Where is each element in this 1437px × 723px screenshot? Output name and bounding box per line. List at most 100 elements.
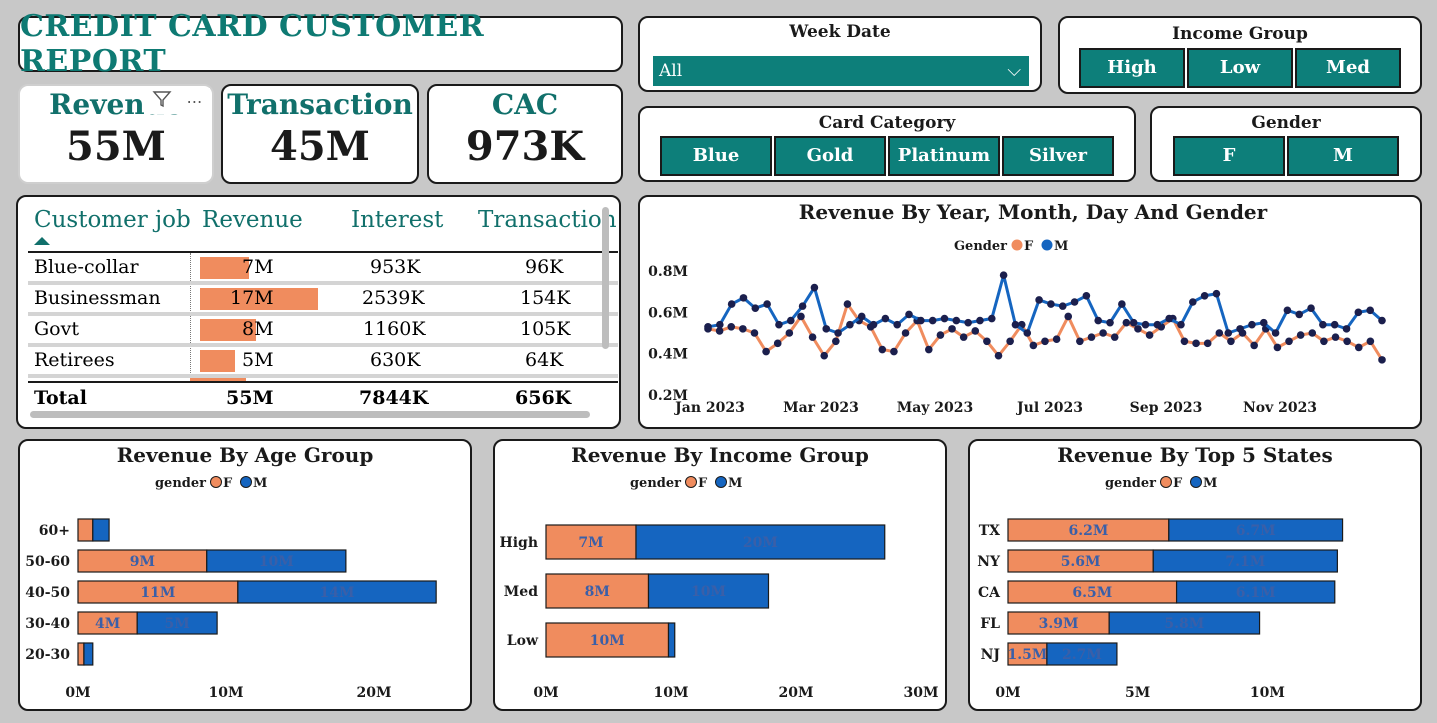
kpi-value-transaction: 45M [270,123,370,170]
data-point [1354,343,1363,352]
bar-data-label: 2.7M [1062,647,1102,663]
week-date-dropdown[interactable]: All ⌵ [653,56,1029,86]
more-options-icon[interactable]: ⋯ [187,92,203,111]
cell-revenue: 8M [242,318,274,340]
total-divider [28,381,618,383]
card-option-blue[interactable]: Blue [660,136,772,176]
table-row[interactable]: Businessman 17M 2539K 154K [28,285,608,313]
income-option-med[interactable]: Med [1295,48,1401,88]
card-option-silver[interactable]: Silver [1002,136,1114,176]
data-point [716,320,724,329]
x-tick-label: 0M [65,685,90,701]
kpi-card-transaction[interactable]: Transaction 45M [221,84,419,184]
chart-title: Revenue By Year, Month, Day And Gender [799,200,1268,224]
category-label: 20-30 [25,647,70,663]
table-header-transaction[interactable]: Transaction [478,207,617,233]
bar-m [92,518,110,542]
gender-option-f[interactable]: F [1173,136,1285,176]
legend-title: gender [630,476,681,491]
visual-header-toolbar: ⋯ [144,88,210,114]
data-point [1153,320,1162,329]
data-point [704,323,712,331]
data-point [948,325,956,333]
data-point [881,314,890,323]
data-point [1076,337,1084,346]
table-row[interactable]: Blue-collar 7M 953K 96K [28,254,608,282]
income-option-high[interactable]: High [1079,48,1185,88]
data-point [893,320,901,329]
data-point [832,337,840,346]
category-label: Med [504,584,538,600]
data-point [1141,320,1150,329]
legend-title: gender [155,476,206,491]
data-point [1006,337,1014,346]
data-point [1058,302,1067,310]
kpi-card-cac[interactable]: CAC 973K [427,84,623,184]
category-label: Low [507,633,539,649]
data-point [1283,306,1292,315]
data-point [1165,314,1173,323]
data-point [1106,318,1114,327]
data-point [936,331,945,339]
data-point [1047,300,1055,308]
legend-label: F [1173,476,1183,491]
data-point [727,323,736,331]
bar-data-label: 8M [585,584,610,600]
bar-data-label: 7.1M [1225,554,1265,570]
data-point [999,271,1008,279]
data-point [1189,298,1197,306]
legend-marker [685,476,697,488]
bar-data-label: 20M [743,535,778,551]
table-row[interactable]: Retirees 5M 630K 64K [28,347,608,375]
filter-icon[interactable] [151,90,172,112]
category-label: FL [980,616,1000,632]
data-point [1273,343,1282,352]
data-point [1094,316,1103,325]
data-point [952,316,961,325]
card-option-gold[interactable]: Gold [774,136,886,176]
data-point [810,283,819,292]
card-option-platinum[interactable]: Platinum [888,136,1000,176]
horizontal-scrollbar[interactable] [30,411,590,418]
data-point [1180,337,1189,346]
card-category-title: Card Category [818,113,956,133]
revenue-by-top-states-chart: Revenue By Top 5 States gender F M TX 6.2M 6.7… [968,439,1422,711]
data-point [750,329,759,337]
chart-title: Revenue By Top 5 States [1057,443,1333,467]
bar-data-label: 14M [320,585,355,601]
bar-f [77,642,85,666]
data-point [901,329,910,337]
bar-data-label: 5M [165,616,190,632]
cell-transaction: 105K [520,318,571,340]
data-point [1320,337,1328,346]
week-date-title: Week Date [789,22,891,42]
table-header-interest[interactable]: Interest [351,207,443,233]
revenue-by-age-group-chart: Revenue By Age Group gender F M 60+ 50-60 9M 10… [18,439,472,711]
data-point [1271,329,1280,337]
x-tick-label: 10M [209,685,244,701]
gender-option-m[interactable]: M [1287,136,1399,176]
x-tick-label: 0M [995,685,1020,701]
cell-job: Govt [34,318,79,340]
data-point [785,329,794,337]
data-point [1343,337,1351,346]
data-point [1224,329,1233,337]
data-point [1378,316,1386,325]
income-option-low[interactable]: Low [1187,48,1293,88]
vertical-scrollbar[interactable] [602,207,609,349]
income-group-title: Income Group [1172,24,1308,44]
data-point [869,320,878,329]
data-point [798,302,807,310]
table-header-revenue[interactable]: Revenue [202,207,303,233]
table-row[interactable]: Govt 8M 1160K 105K [28,316,608,344]
table-header-job[interactable]: Customer job [34,207,191,233]
x-tick-label: May 2023 [897,400,974,416]
category-label: 50-60 [25,554,70,570]
data-point [808,333,817,341]
data-point [1285,337,1293,346]
bar-data-label: 5.6M [1061,554,1101,570]
y-tick-label: 0.8M [648,264,688,280]
x-tick-label: 10M [654,685,689,701]
series-line-m [707,274,1383,336]
kpi-card-revenue[interactable]: Revenue 55M ⋯ [18,84,214,184]
